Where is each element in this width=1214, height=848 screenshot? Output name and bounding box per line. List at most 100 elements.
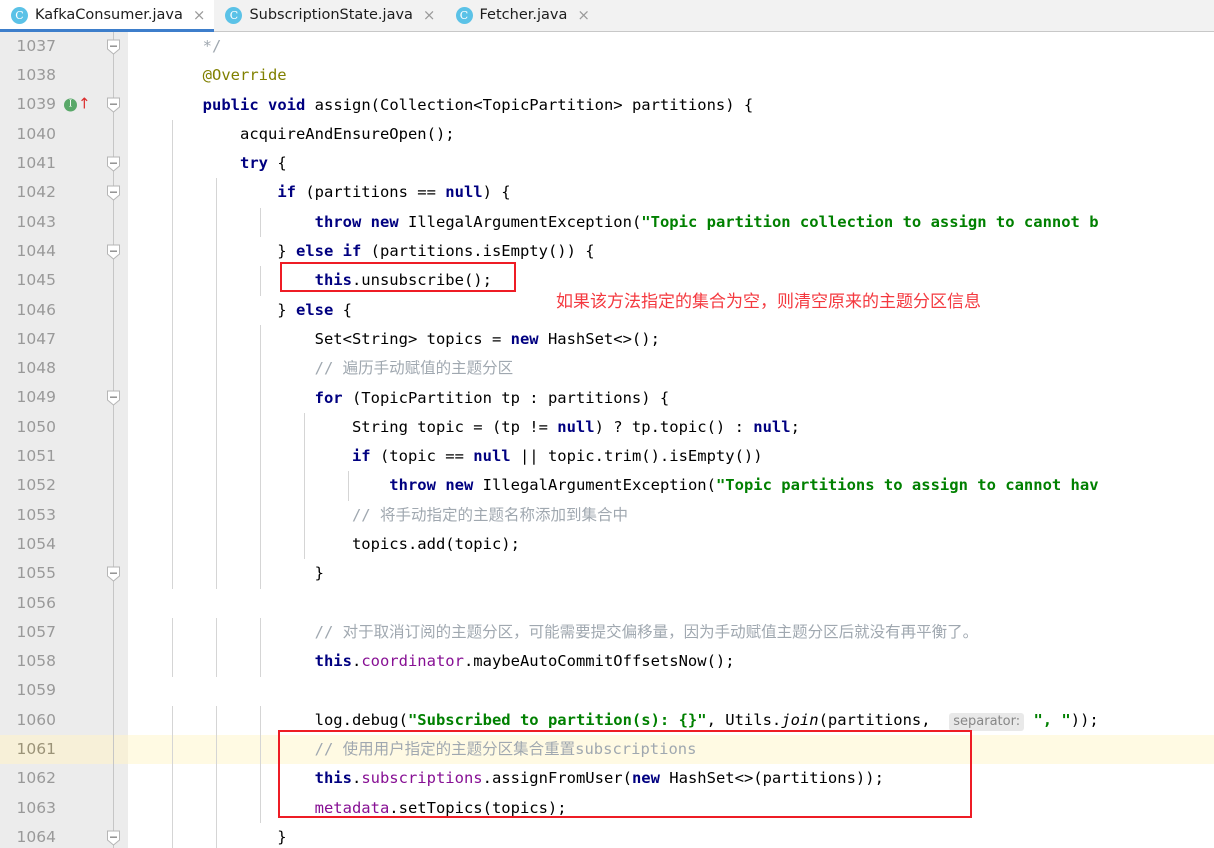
code-editor[interactable]: 1037 */1038 @Override 1039 I ↑ public void … [0,32,1214,848]
fold-collapse-icon[interactable] [107,830,120,846]
code-line[interactable]: 1055 } [0,559,1214,589]
code-text[interactable]: Set<String> topics = new HashSet<>(); [128,324,1214,355]
code-line[interactable]: 1050 String topic = (tp != null) ? tp.to… [0,412,1214,443]
code-line[interactable]: 1051 if (topic == null || topic.trim().i… [0,442,1214,472]
editor-gutter[interactable]: 1046 [0,295,128,325]
editor-gutter[interactable]: 1040 [0,119,128,150]
code-line[interactable]: 1047 Set<String> topics = new HashSet<>(… [0,324,1214,355]
editor-gutter[interactable]: 1050 [0,412,128,443]
code-text[interactable]: metadata.setTopics(topics); [128,793,1214,824]
fold-collapse-icon[interactable] [107,97,120,113]
editor-gutter[interactable]: 1054 [0,530,128,560]
editor-gutter[interactable]: 1059 [0,676,128,706]
editor-gutter[interactable]: 1047 [0,324,128,355]
code-text[interactable] [128,589,1214,618]
code-line[interactable]: 1043 throw new IllegalArgumentException(… [0,207,1214,238]
code-line[interactable]: 1056 [0,588,1214,618]
editor-gutter[interactable]: 1060 [0,705,128,736]
code-text[interactable]: // 使用用户指定的主题分区集合重置subscriptions [128,735,1214,765]
code-line[interactable]: 1064 } [0,823,1214,848]
editor-gutter[interactable]: 1061 [0,735,128,765]
code-text[interactable]: for (TopicPartition tp : partitions) { [128,383,1214,413]
code-text[interactable]: if (topic == null || topic.trim().isEmpt… [128,442,1214,472]
editor-gutter[interactable]: 1055 [0,559,128,589]
code-text[interactable]: throw new IllegalArgumentException("Topi… [128,207,1214,238]
code-line[interactable]: 1038 @Override [0,61,1214,91]
close-icon[interactable]: × [423,8,436,23]
code-line[interactable]: 1040 acquireAndEnsureOpen(); [0,119,1214,150]
gutter-markers[interactable]: I ↑ [64,96,91,112]
editor-gutter[interactable]: 1063 [0,793,128,824]
code-text[interactable]: topics.add(topic); [128,530,1214,560]
code-line[interactable]: 1060 log.debug("Subscribed to partition(… [0,705,1214,736]
code-line[interactable]: 1037 */ [0,32,1214,62]
editor-gutter[interactable]: 1058 [0,647,128,677]
code-text[interactable]: } [128,823,1214,848]
code-line[interactable]: 1058 this.coordinator.maybeAutoCommitOff… [0,647,1214,677]
editor-gutter[interactable]: 1042 [0,178,128,208]
editor-gutter[interactable]: 1041 [0,149,128,179]
code-text[interactable]: public void assign(Collection<TopicParti… [128,91,1214,120]
editor-gutter[interactable]: 1037 [0,32,128,62]
editor-gutter[interactable]: 1052 [0,471,128,501]
implementation-icon[interactable]: I [64,98,77,112]
editor-gutter[interactable]: 1044 [0,237,128,267]
code-text[interactable]: @Override [128,61,1214,90]
code-line[interactable]: 1062 this.subscriptions.assignFromUser(n… [0,764,1214,794]
code-line[interactable]: 1052 throw new IllegalArgumentException(… [0,471,1214,501]
code-line-content: String topic = (tp != null) ? tp.topic()… [128,417,800,436]
code-line[interactable]: 1061 // 使用用户指定的主题分区集合重置subscriptions [0,735,1214,765]
code-text[interactable]: acquireAndEnsureOpen(); [128,119,1214,150]
editor-gutter[interactable]: 1051 [0,442,128,472]
code-text[interactable]: this.coordinator.maybeAutoCommitOffsetsN… [128,647,1214,677]
editor-gutter[interactable]: 1064 [0,823,128,848]
code-text[interactable]: if (partitions == null) { [128,178,1214,208]
code-line[interactable]: 1039 I ↑ public void assign(Collection<Top… [0,90,1214,120]
editor-gutter[interactable]: 1038 [0,61,128,91]
editor-gutter[interactable]: 1057 [0,617,128,648]
code-lines[interactable]: 1037 */1038 @Override 1039 I ↑ public void … [0,32,1214,848]
editor-gutter[interactable]: 1048 [0,354,128,384]
editor-gutter[interactable]: 1056 [0,588,128,618]
fold-collapse-icon[interactable] [107,39,120,55]
code-text[interactable]: // 遍历手动赋值的主题分区 [128,354,1214,384]
editor-gutter[interactable]: 1062 [0,764,128,794]
fold-collapse-icon[interactable] [107,244,120,260]
code-line[interactable]: 1059 [0,676,1214,706]
code-line[interactable]: 1048 // 遍历手动赋值的主题分区 [0,354,1214,384]
close-icon[interactable]: × [193,8,206,23]
code-text[interactable]: try { [128,149,1214,179]
editor-gutter[interactable]: 1049 [0,383,128,413]
code-line[interactable]: 1057 // 对于取消订阅的主题分区，可能需要提交偏移量，因为手动赋值主题分区… [0,617,1214,648]
editor-gutter[interactable]: 1053 [0,500,128,531]
code-text[interactable]: // 对于取消订阅的主题分区，可能需要提交偏移量，因为手动赋值主题分区后就没有再… [128,617,1214,648]
code-text[interactable]: } else if (partitions.isEmpty()) { [128,237,1214,267]
code-line[interactable]: 1049 for (TopicPartition tp : partitions… [0,383,1214,413]
editor-gutter[interactable]: 1039 I ↑ [0,90,128,120]
close-icon[interactable]: × [577,8,590,23]
fold-collapse-icon[interactable] [107,185,120,201]
code-line[interactable]: 1053 // 将手动指定的主题名称添加到集合中 [0,500,1214,531]
code-line[interactable]: 1054 topics.add(topic); [0,530,1214,560]
fold-collapse-icon[interactable] [107,566,120,582]
code-text[interactable]: */ [128,32,1214,61]
code-line[interactable]: 1041 try { [0,149,1214,179]
fold-collapse-icon[interactable] [107,156,120,172]
tab-kafkaconsumer-java[interactable]: C KafkaConsumer.java × [0,0,215,32]
code-line[interactable]: 1063 metadata.setTopics(topics); [0,793,1214,824]
code-line[interactable]: 1042 if (partitions == null) { [0,178,1214,208]
tab-subscriptionstate-java[interactable]: C SubscriptionState.java × [214,0,445,31]
code-text[interactable]: this.subscriptions.assignFromUser(new Ha… [128,764,1214,794]
code-text[interactable]: } [128,559,1214,589]
tab-fetcher-java[interactable]: C Fetcher.java × [444,0,599,31]
fold-collapse-icon[interactable] [107,390,120,406]
code-text[interactable] [128,677,1214,706]
code-text[interactable]: log.debug("Subscribed to partition(s): {… [128,705,1214,736]
editor-gutter[interactable]: 1043 [0,207,128,238]
code-text[interactable]: // 将手动指定的主题名称添加到集合中 [128,500,1214,531]
code-text[interactable]: String topic = (tp != null) ? tp.topic()… [128,412,1214,443]
code-text[interactable]: throw new IllegalArgumentException("Topi… [128,471,1214,501]
code-line[interactable]: 1044 } else if (partitions.isEmpty()) { [0,237,1214,267]
override-arrow-icon[interactable]: ↑ [78,96,91,112]
editor-gutter[interactable]: 1045 [0,266,128,296]
